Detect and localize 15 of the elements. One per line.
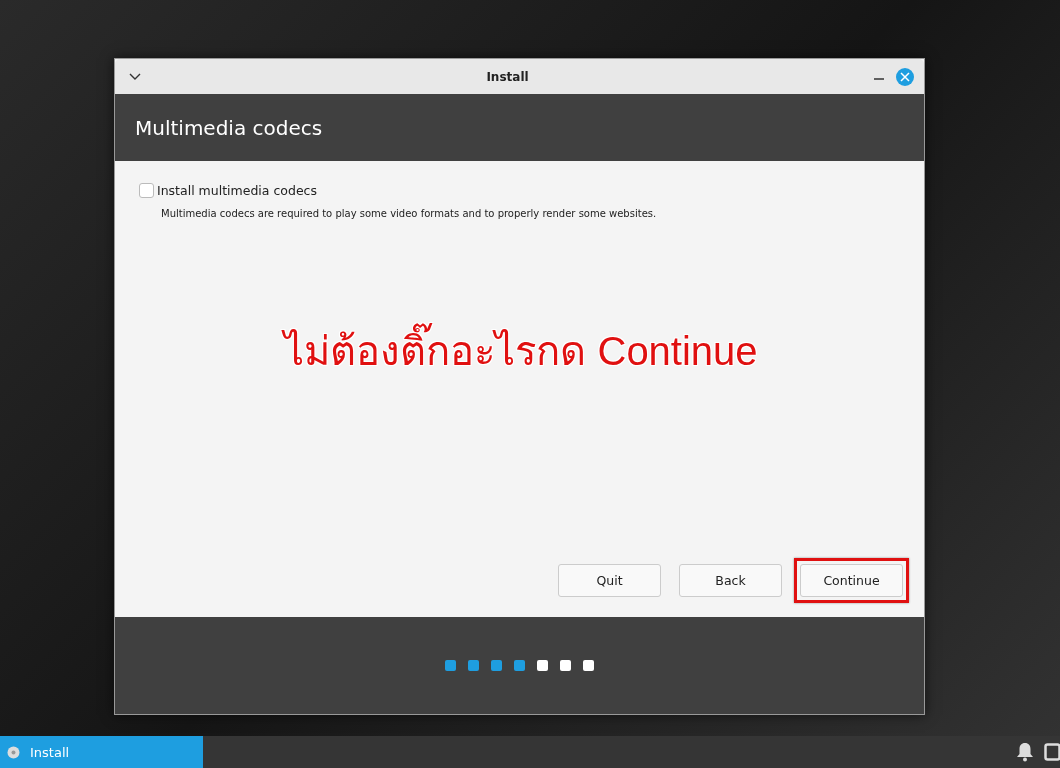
checkbox-label[interactable]: Install multimedia codecs <box>157 183 317 198</box>
close-button[interactable] <box>896 67 914 86</box>
window-icon[interactable] <box>1044 743 1060 761</box>
bell-icon[interactable] <box>1016 742 1034 762</box>
taskbar-label: Install <box>30 744 70 760</box>
window-title: Install <box>485 69 530 84</box>
close-icon <box>900 71 910 82</box>
chevron-down-icon[interactable] <box>129 72 141 81</box>
description-text: Multimedia codecs are required to play some video formats and to properly render some websites. <box>161 208 658 219</box>
checkbox[interactable] <box>139 183 154 198</box>
disc-icon <box>7 745 20 759</box>
action-button[interactable]: Continue <box>800 564 903 597</box>
action-button[interactable]: Quit <box>558 564 661 597</box>
action-button[interactable]: Back <box>679 564 782 597</box>
page-title: Multimedia codecs <box>135 115 323 140</box>
